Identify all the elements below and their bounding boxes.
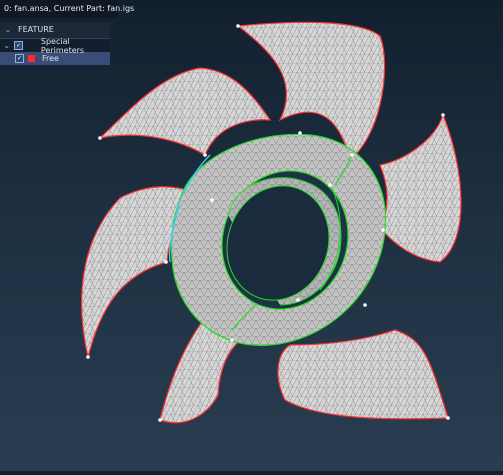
blade-bottom-right [277,329,449,420]
tree-item-label: Free [42,54,59,63]
title-bar: 0: fan.ansa, Current Part: fan.igs [0,0,134,18]
tree-item-label: Special Perimeters [40,36,85,55]
3d-viewport[interactable] [0,0,503,471]
checkbox-free[interactable]: ✓ [15,54,24,63]
chevron-down-icon[interactable]: ⌄ [4,22,12,38]
blade-upper-left [98,67,272,156]
title-text: 0: fan.ansa, Current Part: fan.igs [4,4,135,13]
feature-panel: ⌄ FEATURE ⌄ ✓ Special Perimeters ✓ Free [0,22,110,65]
tree-item-special-perimeters[interactable]: ⌄ ✓ Special Perimeters [0,36,110,55]
chevron-down-icon[interactable]: ⌄ [3,41,10,50]
fan-hub [168,133,387,346]
blade-right [379,113,462,263]
checkbox-special-perimeters[interactable]: ✓ [14,41,23,50]
fan-model [81,21,462,424]
color-swatch-icon [28,55,35,62]
